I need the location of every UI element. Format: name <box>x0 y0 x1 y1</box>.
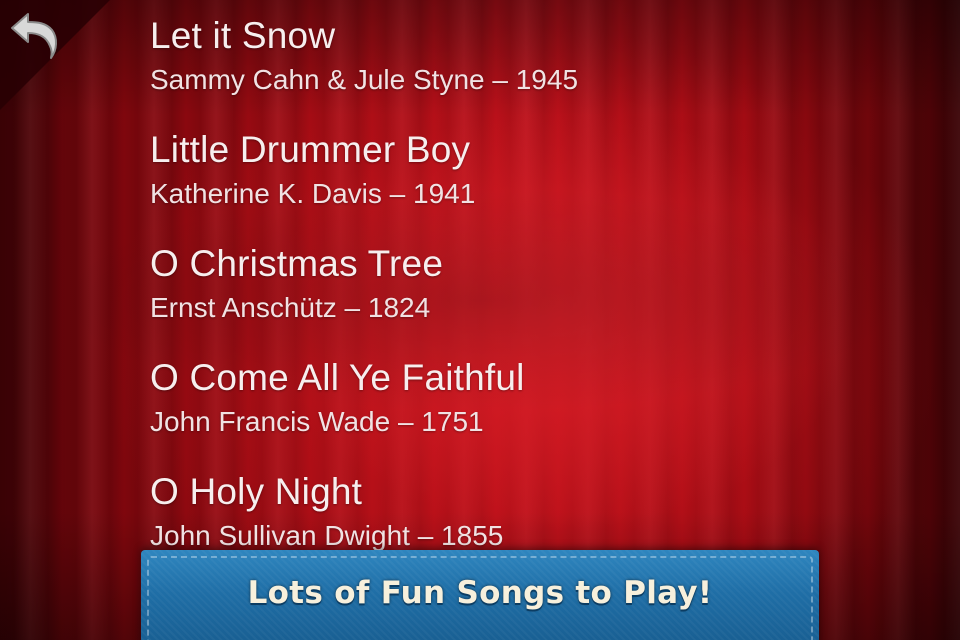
song-title: O Holy Night <box>150 471 363 512</box>
song-credit: John Francis Wade – 1751 <box>150 406 484 437</box>
back-arrow-icon <box>11 13 57 59</box>
song-item-let-it-snow[interactable]: Let it Snow Sammy Cahn & Jule Styne – 19… <box>150 12 850 126</box>
song-item-little-drummer-boy[interactable]: Little Drummer Boy Katherine K. Davis – … <box>150 126 850 240</box>
song-title: Little Drummer Boy <box>150 129 471 170</box>
song-item-o-christmas-tree[interactable]: O Christmas Tree Ernst Anschütz – 1824 <box>150 240 850 354</box>
song-list-screen: Let it Snow Sammy Cahn & Jule Styne – 19… <box>0 0 960 640</box>
back-button[interactable] <box>0 0 110 110</box>
song-credit: Ernst Anschütz – 1824 <box>150 292 431 323</box>
song-list: Let it Snow Sammy Cahn & Jule Styne – 19… <box>150 12 850 582</box>
song-title: Let it Snow <box>150 15 336 56</box>
song-title: O Christmas Tree <box>150 243 444 284</box>
promo-banner: Lots of Fun Songs to Play! <box>141 550 819 640</box>
song-item-o-come-all-ye-faithful[interactable]: O Come All Ye Faithful John Francis Wade… <box>150 354 850 468</box>
promo-banner-text: Lots of Fun Songs to Play! <box>247 575 713 611</box>
song-title: O Come All Ye Faithful <box>150 357 525 398</box>
song-credit: Katherine K. Davis – 1941 <box>150 178 476 209</box>
song-credit: Sammy Cahn & Jule Styne – 1945 <box>150 64 579 95</box>
